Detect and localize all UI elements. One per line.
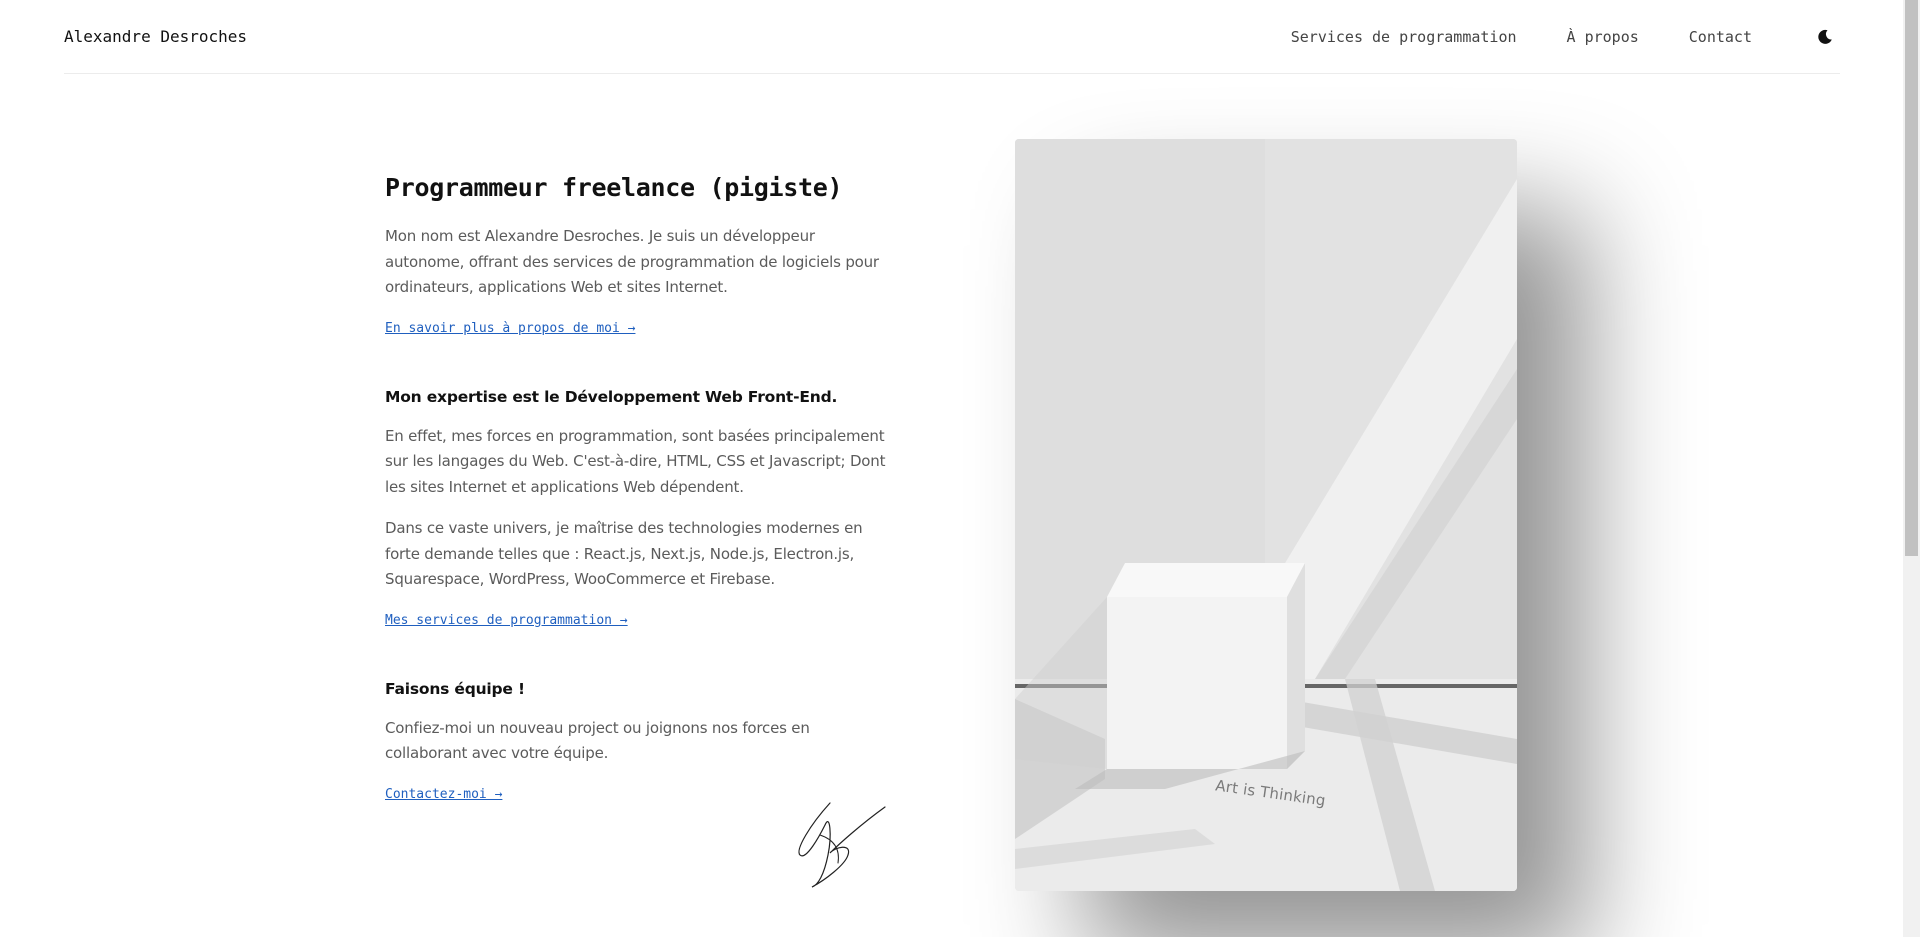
expertise-text-2: Dans ce vaste univers, je maîtrise des t…: [385, 519, 863, 588]
hero-photo: Art is Thinking: [1015, 139, 1517, 891]
expertise-heading: Mon expertise est le Développement Web F…: [385, 387, 838, 406]
theme-toggle-button[interactable]: [1810, 22, 1840, 52]
expertise-text-1: En effet, mes forces en programmation, s…: [385, 426, 886, 496]
intro-text: Mon nom est Alexandre Desroches. Je suis…: [385, 227, 879, 296]
site-header: Alexandre Desroches Services de programm…: [64, 0, 1840, 74]
page-scrollbar[interactable]: [1903, 0, 1920, 937]
about-me-link[interactable]: En savoir plus à propos de moi →: [385, 321, 635, 336]
contact-me-link[interactable]: Contactez-moi →: [385, 787, 502, 802]
services-link[interactable]: Mes services de programmation →: [385, 613, 628, 628]
main-content: Programmeur freelance (pigiste) Mon nom …: [385, 170, 890, 802]
team-text: Confiez-moi un nouveau project ou joigno…: [385, 718, 810, 763]
page-title: Programmeur freelance (pigiste): [385, 173, 843, 202]
signature-image: [798, 802, 886, 888]
scrollbar-thumb[interactable]: [1905, 0, 1918, 556]
nav-link-about[interactable]: À propos: [1567, 28, 1639, 46]
moon-icon: [1818, 29, 1832, 44]
nav-link-contact[interactable]: Contact: [1689, 28, 1752, 46]
team-heading: Faisons équipe !: [385, 679, 525, 698]
brand-logo-link[interactable]: Alexandre Desroches: [64, 27, 247, 46]
nav-link-services[interactable]: Services de programmation: [1291, 28, 1517, 46]
main-nav: Services de programmation À propos Conta…: [1241, 22, 1840, 52]
